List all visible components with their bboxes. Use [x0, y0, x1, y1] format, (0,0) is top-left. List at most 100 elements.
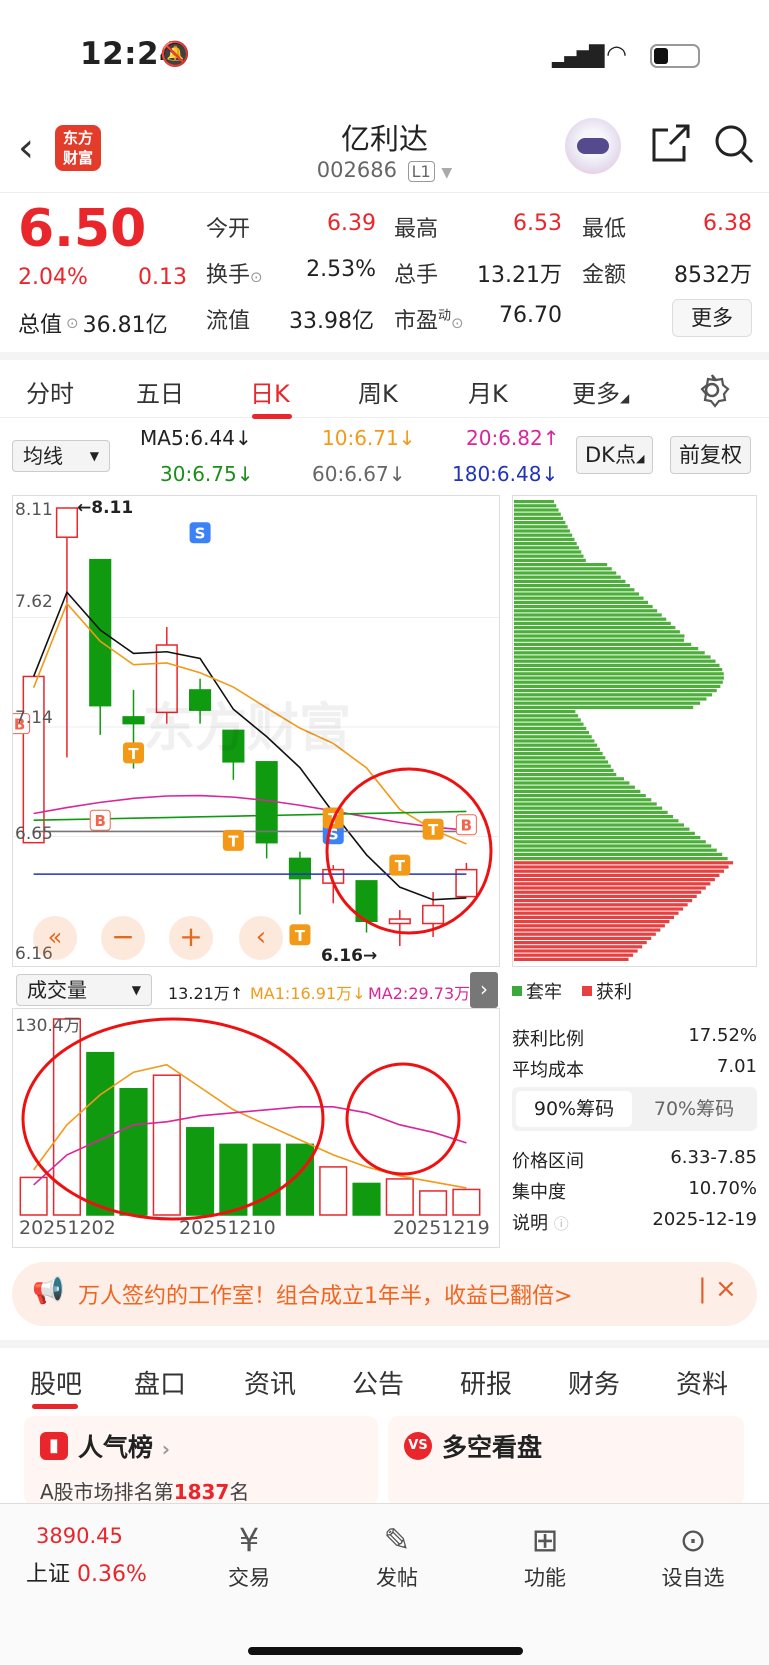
- chip-bar: [514, 680, 723, 684]
- y-label-top: 8.11: [15, 500, 53, 520]
- adjust-button[interactable]: 前复权: [670, 436, 751, 474]
- tab-90-chip[interactable]: 90%筹码: [516, 1091, 632, 1127]
- tab-weekly-k[interactable]: 周K: [358, 374, 398, 409]
- tab-daily-k[interactable]: 日K: [250, 374, 290, 409]
- trade-marker-label: T: [428, 821, 439, 839]
- chip-bar: [514, 718, 581, 722]
- volume-svg: [19, 1017, 481, 1221]
- volume-chart[interactable]: 130.4万 20251202 20251210 20251219: [12, 1008, 500, 1248]
- trade-marker-label: T: [228, 832, 239, 850]
- chip-tabs: 90%筹码 70%筹码: [512, 1087, 757, 1131]
- chip-bar: [514, 642, 692, 646]
- tab-pankou[interactable]: 盘口: [134, 1364, 186, 1401]
- tab-finance[interactable]: 财务: [568, 1364, 620, 1401]
- chip-bar: [514, 651, 705, 655]
- chip-bar: [514, 705, 694, 709]
- candle-body: [388, 918, 411, 925]
- chip-bar: [514, 773, 617, 777]
- tab-intraday[interactable]: 分时: [26, 374, 74, 409]
- date-label-2: 20251210: [179, 1217, 276, 1239]
- chip-bar: [514, 831, 695, 835]
- rewind-icon[interactable]: «: [33, 916, 77, 960]
- chip-bar: [514, 798, 652, 802]
- tab-profile[interactable]: 资料: [676, 1364, 728, 1401]
- chip-bar: [514, 533, 573, 537]
- watchlist-button[interactable]: ⊙ 设自选: [648, 1518, 738, 1592]
- tab-more[interactable]: 更多◢: [572, 374, 629, 409]
- chip-bar: [514, 920, 670, 924]
- chip-info: 获利比例 17.52% 平均成本 7.01 90%筹码 70%筹码 价格区间 6.33…: [512, 1025, 757, 1234]
- float-value: 33.98亿: [289, 309, 374, 334]
- expand-arrow-icon[interactable]: ›: [470, 972, 498, 1008]
- low-marker: 6.16→: [321, 946, 378, 966]
- chip-bar: [514, 756, 606, 760]
- chevron-down-icon: ▼: [441, 165, 453, 181]
- low-label: 最低: [582, 217, 627, 242]
- more-button[interactable]: 更多: [672, 299, 752, 337]
- chip-bar: [514, 504, 557, 508]
- chip-bar: [514, 869, 724, 873]
- chip-bar: [514, 878, 715, 882]
- megaphone-icon: 📢: [32, 1276, 65, 1306]
- tab-monthly-k[interactable]: 月K: [468, 374, 508, 409]
- grid-icon: ⊞: [531, 1521, 559, 1559]
- chip-bar: [514, 500, 554, 504]
- chip-bar: [514, 928, 661, 932]
- high-marker: ←8.11: [77, 498, 134, 518]
- scroll-left-icon[interactable]: ‹: [239, 916, 283, 960]
- chip-bar: [514, 932, 656, 936]
- volume-ma1: MA1:16.91万↓: [250, 984, 366, 1003]
- volume-current: 13.21万↑: [168, 984, 244, 1003]
- volume-bar: [252, 1143, 281, 1216]
- chip-bar: [514, 605, 653, 609]
- post-button[interactable]: ✎ 发帖: [352, 1518, 442, 1592]
- share-icon[interactable]: [650, 122, 692, 164]
- volume-bar: [86, 1051, 115, 1216]
- settings-gear-icon[interactable]: [694, 372, 730, 408]
- wifi-icon: ◠: [606, 40, 627, 68]
- indicator-selector[interactable]: 成交量 ▼: [16, 974, 152, 1006]
- close-icon[interactable]: | ×: [698, 1274, 737, 1304]
- kline-chart[interactable]: BTBSTSTTTBT 8.11 7.62 7.14 6.65 6.16 ←8.…: [9, 495, 500, 967]
- chart-icon: ▮: [40, 1432, 68, 1460]
- zoom-out-icon[interactable]: −: [101, 916, 145, 960]
- chip-bar: [514, 672, 724, 676]
- tab-news[interactable]: 资讯: [244, 1364, 296, 1401]
- trade-button[interactable]: ¥ 交易: [204, 1518, 294, 1592]
- index-value[interactable]: 3890.45: [36, 1524, 123, 1548]
- chip-bar: [514, 714, 579, 718]
- function-button[interactable]: ⊞ 功能: [500, 1518, 590, 1592]
- tab-research[interactable]: 研报: [460, 1364, 512, 1401]
- assistant-avatar-icon[interactable]: [565, 118, 621, 174]
- candle-body: [122, 716, 145, 725]
- chip-bar: [514, 861, 734, 865]
- search-icon[interactable]: [712, 122, 756, 166]
- chip-bar: [514, 899, 693, 903]
- dk-point-button[interactable]: DK点◢: [576, 436, 654, 474]
- chip-bar: [514, 596, 644, 600]
- index-row[interactable]: 上证 0.36%: [26, 1556, 147, 1588]
- mcap-row: 总值 ⊙ 36.81亿: [18, 307, 168, 339]
- tab-guba[interactable]: 股吧: [30, 1364, 82, 1401]
- promo-banner[interactable]: 📢 万人签约的工作室！组合成立1年半，收益已翻倍> | ×: [12, 1262, 757, 1326]
- tab-indicator: [252, 414, 292, 419]
- stock-code: 002686: [316, 158, 397, 182]
- annotation-circle: [325, 767, 493, 935]
- turnover-label: 换手⊙: [206, 263, 263, 288]
- bull-bear-card[interactable]: VS 多空看盘: [388, 1416, 744, 1506]
- ma-selector[interactable]: 均线 ▼: [12, 440, 110, 472]
- watermark: 东方财富: [143, 699, 352, 759]
- trade-marker-label: T: [395, 857, 406, 875]
- tab-announcement[interactable]: 公告: [352, 1364, 404, 1401]
- zoom-in-icon[interactable]: +: [169, 916, 213, 960]
- turnover-value: 2.53%: [306, 257, 376, 282]
- edit-icon: ✎: [383, 1521, 411, 1559]
- chip-bar: [514, 823, 684, 827]
- info-icon[interactable]: ⊙: [66, 314, 79, 332]
- popularity-card[interactable]: ▮ 人气榜 › A股市场排名第1837名: [24, 1416, 378, 1506]
- chip-bar: [514, 630, 680, 634]
- tab-five-day[interactable]: 五日: [136, 374, 184, 409]
- chip-bar: [514, 911, 679, 915]
- candle-body: [55, 507, 79, 538]
- tab-70-chip[interactable]: 70%筹码: [636, 1091, 752, 1127]
